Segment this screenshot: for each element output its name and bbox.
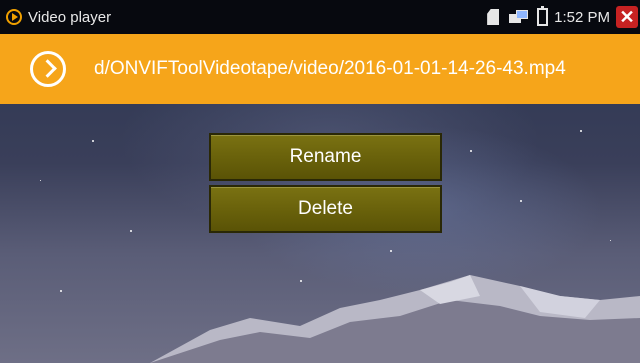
delete-button[interactable]: Delete [209, 185, 442, 233]
network-icon [509, 9, 529, 25]
app-title: Video player [28, 8, 112, 26]
rename-button[interactable]: Rename [209, 133, 442, 181]
play-icon [6, 9, 22, 25]
sd-card-icon [487, 9, 500, 25]
context-menu: Rename Delete [209, 133, 442, 233]
clock: 1:52 PM [554, 8, 610, 26]
chevron-right-icon[interactable] [30, 51, 66, 87]
path-bar: d/ONVIFToolVideotape/video/2016-01-01-14… [0, 34, 640, 104]
file-path: d/ONVIFToolVideotape/video/2016-01-01-14… [94, 58, 566, 79]
battery-icon [537, 6, 549, 26]
close-icon[interactable]: ✕ [616, 6, 638, 28]
status-icons: 1:52 PM ✕ [487, 0, 640, 34]
status-bar: Video player 1:52 PM ✕ [0, 0, 640, 34]
